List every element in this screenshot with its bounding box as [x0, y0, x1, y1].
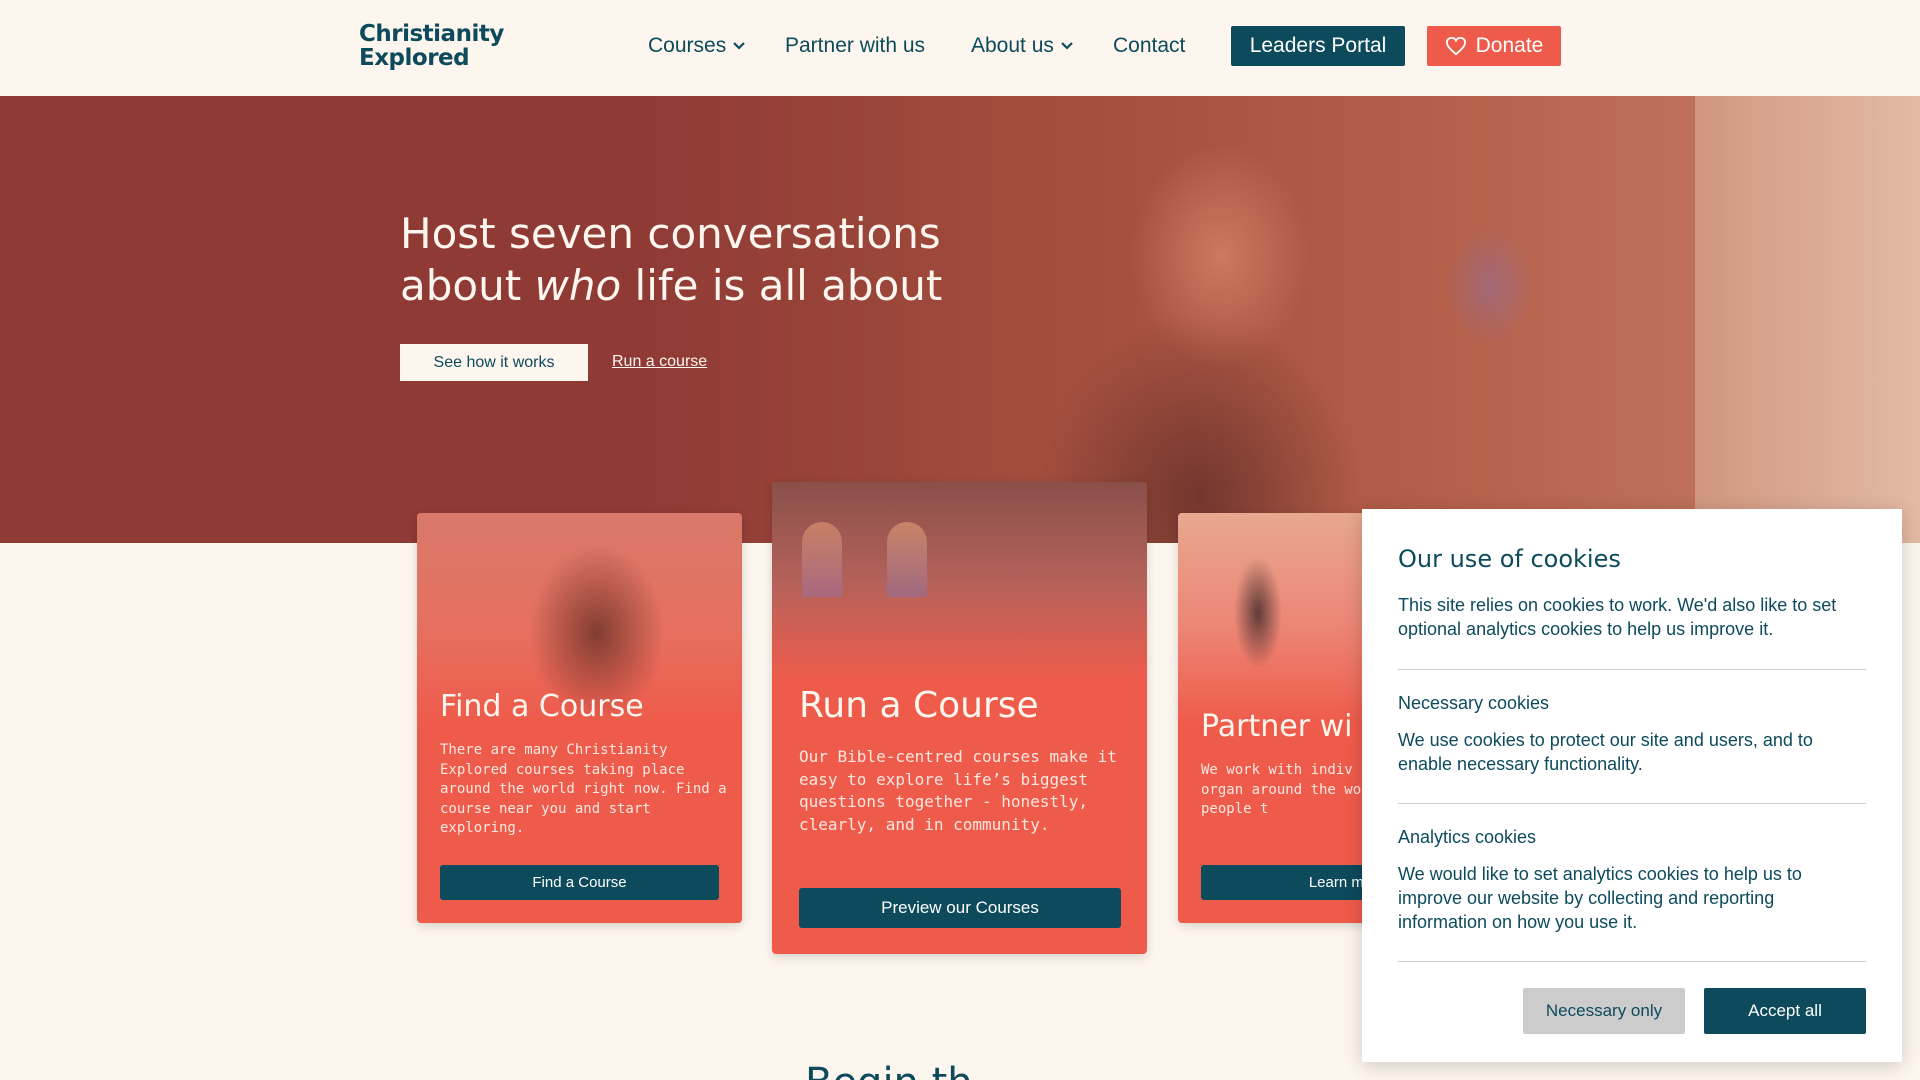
stained-glass-window	[887, 522, 927, 597]
logo-line-2: Explored	[359, 45, 470, 71]
analytics-cookies-text: We would like to set analytics cookies t…	[1398, 864, 1802, 932]
nav-about-label: About us	[971, 34, 1054, 57]
chevron-down-icon	[1061, 42, 1073, 50]
see-how-it-works-button[interactable]: See how it works	[400, 344, 588, 381]
nav-contact-label: Contact	[1113, 34, 1186, 57]
run-course-card: Run a Course Our Bible-centred courses m…	[772, 482, 1147, 954]
donate-button[interactable]: Donate	[1427, 26, 1561, 66]
section-heading: Begin th	[805, 1060, 973, 1080]
accept-all-button[interactable]: Accept all	[1704, 988, 1866, 1034]
nav-partner[interactable]: Partner with us	[785, 26, 925, 66]
cookie-intro: This site relies on cookies to work. We'…	[1398, 595, 1837, 639]
analytics-cookies-title: Analytics cookies	[1398, 827, 1537, 847]
divider	[1398, 669, 1866, 670]
hero-title-line-2-post: life is all about	[621, 261, 943, 310]
card-body: Our Bible-centred courses make it easy t…	[799, 747, 1117, 834]
preview-courses-button[interactable]: Preview our Courses	[799, 888, 1121, 928]
hero-title-line-2-pre: about	[400, 261, 535, 310]
hero-title: Host seven conversations about who life …	[400, 208, 942, 312]
card-title: Run a Course	[799, 685, 1039, 726]
run-a-course-link[interactable]: Run a course	[612, 353, 707, 371]
run-course-image	[772, 482, 1147, 682]
necessary-cookies-text: We use cookies to protect our site and u…	[1398, 730, 1813, 774]
find-course-button[interactable]: Find a Course	[440, 865, 719, 900]
necessary-only-button[interactable]: Necessary only	[1523, 988, 1685, 1034]
necessary-cookies-title: Necessary cookies	[1398, 693, 1550, 713]
site-header: Christianity Explored Courses Partner wi…	[0, 0, 1920, 96]
nav-courses[interactable]: Courses	[648, 26, 745, 66]
hero-title-line-1: Host seven conversations	[400, 209, 941, 258]
divider	[1398, 803, 1866, 804]
card-title: Find a Course	[440, 689, 644, 724]
leaders-portal-button[interactable]: Leaders Portal	[1231, 26, 1405, 66]
site-logo[interactable]: Christianity Explored	[359, 22, 504, 70]
chevron-down-icon	[733, 42, 745, 50]
cookie-title: Our use of cookies	[1398, 545, 1621, 573]
hero-photo-pillar	[1695, 96, 1920, 543]
find-course-card: Find a Course There are many Christianit…	[417, 513, 742, 923]
nav-contact[interactable]: Contact	[1113, 26, 1185, 66]
heart-icon	[1445, 36, 1466, 56]
card-title: Partner wi	[1201, 709, 1353, 744]
stained-glass-window	[802, 522, 842, 597]
nav-about[interactable]: About us	[971, 26, 1073, 66]
divider	[1398, 961, 1866, 962]
cookie-consent-panel: Our use of cookies This site relies on c…	[1362, 509, 1902, 1062]
hero-section: Host seven conversations about who life …	[0, 96, 1920, 543]
donate-label: Donate	[1475, 34, 1544, 57]
nav-partner-label: Partner with us	[785, 34, 926, 57]
card-body: There are many Christianity Explored cou…	[440, 742, 727, 837]
logo-line-1: Christianity	[359, 21, 504, 47]
hero-title-emphasis: who	[534, 261, 622, 310]
nav-courses-label: Courses	[648, 34, 727, 57]
